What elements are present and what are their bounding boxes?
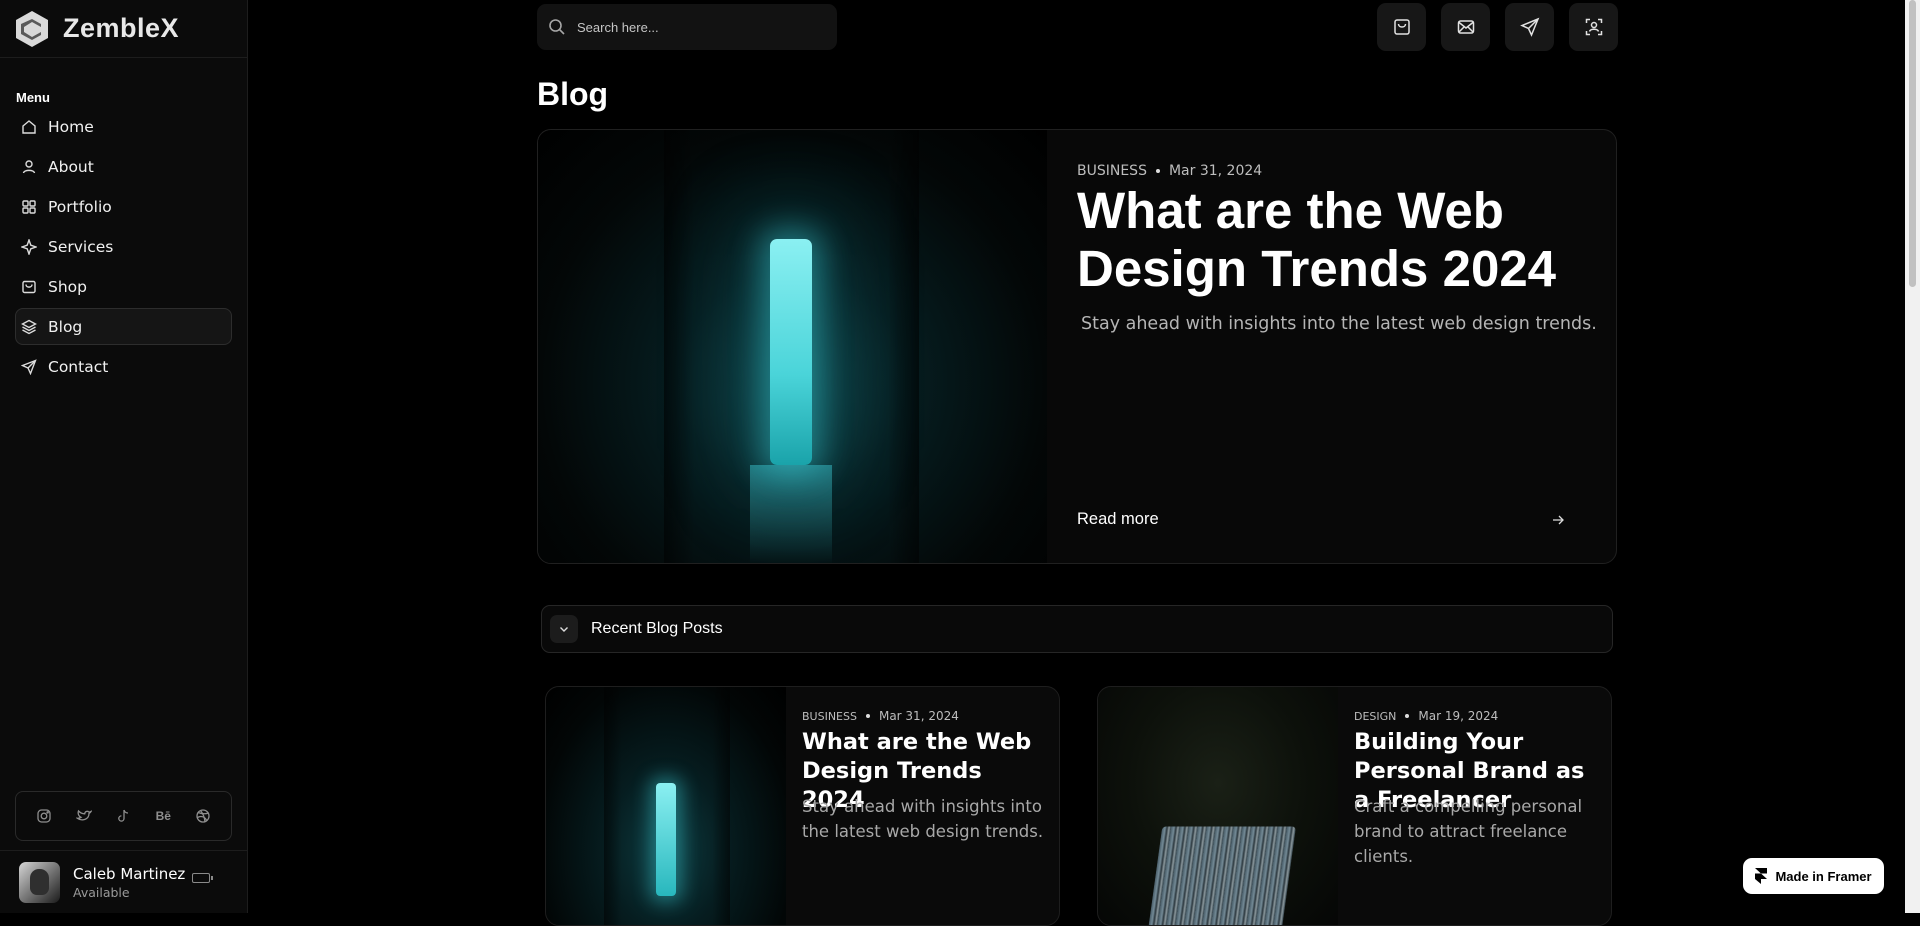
sidebar-item-label: Blog [48,317,83,336]
meta-separator [1405,714,1410,718]
featured-post-title: What are the Web Design Trends 2024 [1077,182,1557,297]
logo-mark-icon [16,10,48,47]
profile-name: Caleb Martinez [73,864,186,883]
made-in-framer-badge[interactable]: Made in Framer [1743,858,1884,894]
post-card[interactable]: BUSINESS Mar 31, 2024 What are the Web D… [545,686,1060,926]
post-date: Mar 31, 2024 [878,709,959,723]
search-input[interactable] [577,19,817,35]
arrow-right-icon [1553,515,1564,524]
search-icon [549,19,565,35]
striped-object [1147,826,1296,925]
featured-post-meta: BUSINESS Mar 31, 2024 [1077,163,1262,179]
page-title: Blog [537,76,609,112]
read-more-link[interactable]: Read more [1077,510,1565,529]
sidebar-item-label: Home [48,117,94,136]
sidebar-item-label: Contact [48,357,109,376]
brand-logo[interactable]: ZembleX [0,0,247,58]
twitter-icon[interactable] [74,806,94,826]
badge-label: Made in Framer [1775,868,1872,884]
social-links: Bē [15,791,232,841]
tiktok-icon[interactable] [113,806,133,826]
sidebar: ZembleX Menu Home About Portfolio Servic… [0,0,248,913]
sidebar-item-services[interactable]: Services [15,228,232,265]
glowing-pillar [656,783,676,896]
sparkle-icon [21,238,37,255]
sidebar-item-label: About [48,157,94,176]
sidebar-item-blog[interactable]: Blog [15,308,232,345]
send-button[interactable] [1505,3,1554,51]
profile-text: Caleb Martinez Available [73,865,185,900]
sidebar-item-contact[interactable]: Contact [15,348,232,385]
user-icon [21,159,37,175]
layers-icon [21,319,37,335]
sidebar-item-portfolio[interactable]: Portfolio [15,188,232,225]
read-more-label: Read more [1077,510,1159,528]
post-category: DESIGN [1354,709,1397,723]
mail-button[interactable] [1441,3,1490,51]
grid-icon [21,199,37,215]
framer-icon [1755,868,1768,884]
scrollbar[interactable] [1905,0,1920,913]
post-meta: BUSINESS Mar 31, 2024 [802,709,959,723]
top-action-buttons [1377,3,1618,51]
mail-icon [1457,20,1474,34]
post-category: BUSINESS [1077,163,1147,179]
meta-separator [865,714,870,718]
post-description: Craft a compelling personal brand to att… [1354,797,1583,866]
sidebar-item-shop[interactable]: Shop [15,268,232,305]
sidebar-item-about[interactable]: About [15,148,232,185]
send-icon [1519,17,1539,37]
avatar [19,861,60,903]
meta-separator [1155,169,1160,173]
brand-name: ZembleX [63,13,180,43]
behance-icon[interactable]: Bē [153,806,173,826]
menu-title: Menu [16,90,50,105]
post-image [546,687,786,925]
send-icon [21,358,37,375]
sidebar-item-label: Services [48,237,114,256]
profile-status: Available [73,884,130,900]
sidebar-nav: Home About Portfolio Services Shop Blog … [15,108,232,388]
recent-posts-toggle[interactable]: Recent Blog Posts [541,605,1613,653]
scan-user-icon [1585,18,1602,36]
post-card[interactable]: DESIGN Mar 19, 2024 Building Your Person… [1097,686,1612,926]
inbox-icon [1393,19,1410,35]
featured-post-description: Stay ahead with insights into the latest… [1081,314,1597,334]
featured-post-image [538,130,1047,563]
search-bar[interactable] [537,4,837,50]
inbox-button[interactable] [1377,3,1426,51]
post-date: Mar 19, 2024 [1418,709,1499,723]
sidebar-item-label: Portfolio [48,197,112,216]
post-image [1098,687,1338,925]
glowing-pillar [770,239,812,465]
scrollbar-thumb[interactable] [1909,0,1916,287]
featured-post-card[interactable]: BUSINESS Mar 31, 2024 What are the Web D… [537,129,1617,564]
post-category: BUSINESS [802,709,857,723]
user-profile[interactable]: Caleb Martinez Available [0,850,247,913]
scan-user-button[interactable] [1569,3,1618,51]
home-icon [21,119,37,135]
post-meta: DESIGN Mar 19, 2024 [1354,709,1498,723]
post-description: Stay ahead with insights into the latest… [802,797,1044,841]
recent-posts-label: Recent Blog Posts [591,620,723,637]
battery-icon [192,873,213,883]
instagram-icon[interactable] [34,806,54,826]
dribbble-icon[interactable] [193,806,213,826]
sidebar-item-home[interactable]: Home [15,108,232,145]
post-date: Mar 31, 2024 [1168,163,1263,179]
chevron-down-icon [550,615,578,643]
glow-reflection [750,465,832,563]
sidebar-item-label: Shop [48,277,87,296]
shop-icon [21,279,37,295]
